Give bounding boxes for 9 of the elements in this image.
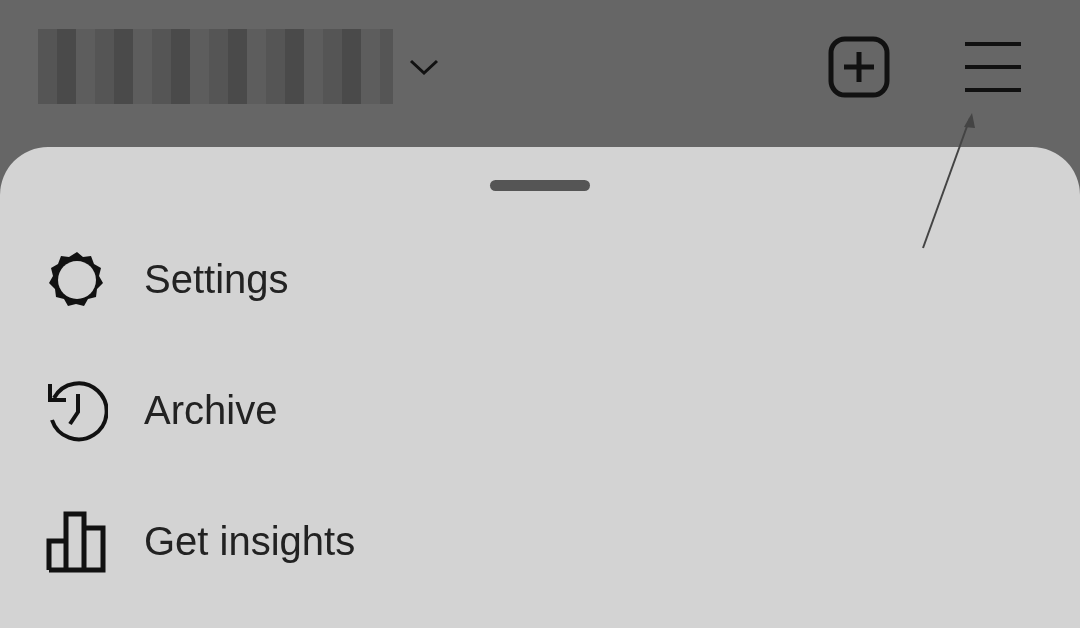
bar-chart-icon	[46, 510, 108, 573]
menu-icon[interactable]	[964, 40, 1022, 93]
menu-item-label[interactable]: Archive	[144, 388, 278, 433]
plus-square-icon[interactable]	[828, 35, 890, 98]
menu-item-label[interactable]: Get insights	[144, 519, 356, 564]
menu-item-label[interactable]: Settings	[144, 257, 289, 302]
history-icon	[46, 379, 108, 442]
drag-handle[interactable]	[490, 180, 590, 191]
chevron-down-icon[interactable]	[409, 57, 439, 76]
